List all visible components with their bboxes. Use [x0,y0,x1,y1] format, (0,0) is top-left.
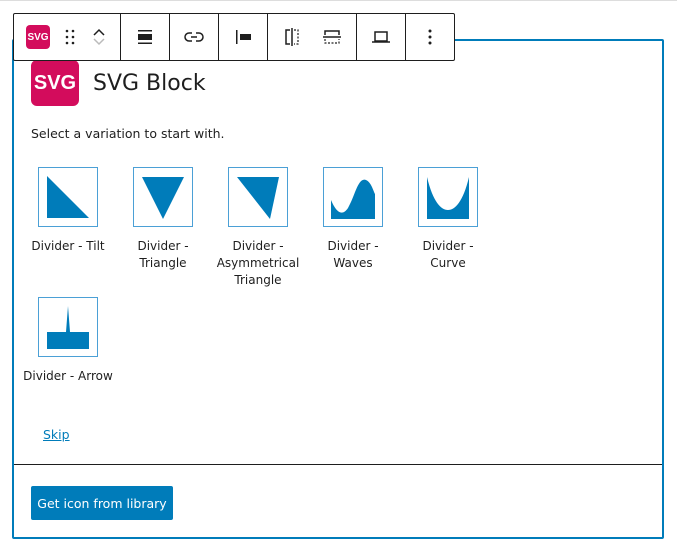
waves-icon [331,179,375,219]
variation-label: Divider - Tilt [31,239,105,253]
options-group [406,14,454,60]
flip-horizontal-icon [285,28,299,46]
laptop-icon [372,31,390,43]
move-down-icon[interactable] [92,37,106,47]
justify-left-button[interactable] [225,19,261,55]
variation-label: Divider - Waves [327,239,379,270]
preview-button[interactable] [363,19,399,55]
options-button[interactable] [412,19,448,55]
flip-vertical-icon [323,30,341,44]
asymmetrical-triangle-icon [237,177,279,219]
align-group [121,14,170,60]
tilt-icon [47,176,89,218]
skip-link[interactable]: Skip [43,427,70,442]
justify-left-icon [236,30,251,44]
device-group [357,14,406,60]
variation-tilt[interactable]: Divider - Tilt [23,167,113,255]
block-group: SVG [14,14,121,60]
align-button[interactable] [127,19,163,55]
layout-group [268,14,357,60]
top-divider [0,0,677,1]
block-toolbar: SVG [13,13,455,61]
drag-handle[interactable] [60,19,80,55]
flip-horizontal-button[interactable] [274,19,310,55]
drag-icon [65,29,75,45]
flip-vertical-button[interactable] [314,19,350,55]
block-title: SVG Block [93,70,206,96]
svg-block-icon: SVG [26,25,50,49]
variation-label: Divider - Curve [422,239,474,270]
justify-group [219,14,268,60]
align-wide-icon [138,30,152,44]
variation-curve[interactable]: Divider - Curve [403,167,493,272]
get-icon-from-library-button[interactable]: Get icon from library [31,486,173,520]
triangle-icon [142,177,184,219]
link-group [170,14,219,60]
move-buttons [84,19,114,55]
arrow-icon [47,306,89,349]
link-button[interactable] [176,19,212,55]
svg-logo-icon: SVG [31,60,79,106]
more-vertical-icon [428,29,432,45]
variation-label: Divider - Asymmetrical Triangle [216,239,300,287]
placeholder-header: SVG SVG Block [31,60,206,106]
variation-label: Divider - Arrow [23,369,113,383]
divider [14,464,662,465]
variation-asymmetrical-triangle[interactable]: Divider - Asymmetrical Triangle [213,167,303,289]
variation-waves[interactable]: Divider - Waves [308,167,398,272]
variation-label: Divider - Triangle [137,239,189,270]
block-type-button[interactable]: SVG [20,19,56,55]
instructions: Select a variation to start with. [31,126,225,141]
variation-triangle[interactable]: Divider - Triangle [118,167,208,272]
curve-icon [427,177,469,219]
link-icon [184,32,204,42]
move-up-icon[interactable] [92,27,106,37]
variation-arrow[interactable]: Divider - Arrow [23,297,113,385]
